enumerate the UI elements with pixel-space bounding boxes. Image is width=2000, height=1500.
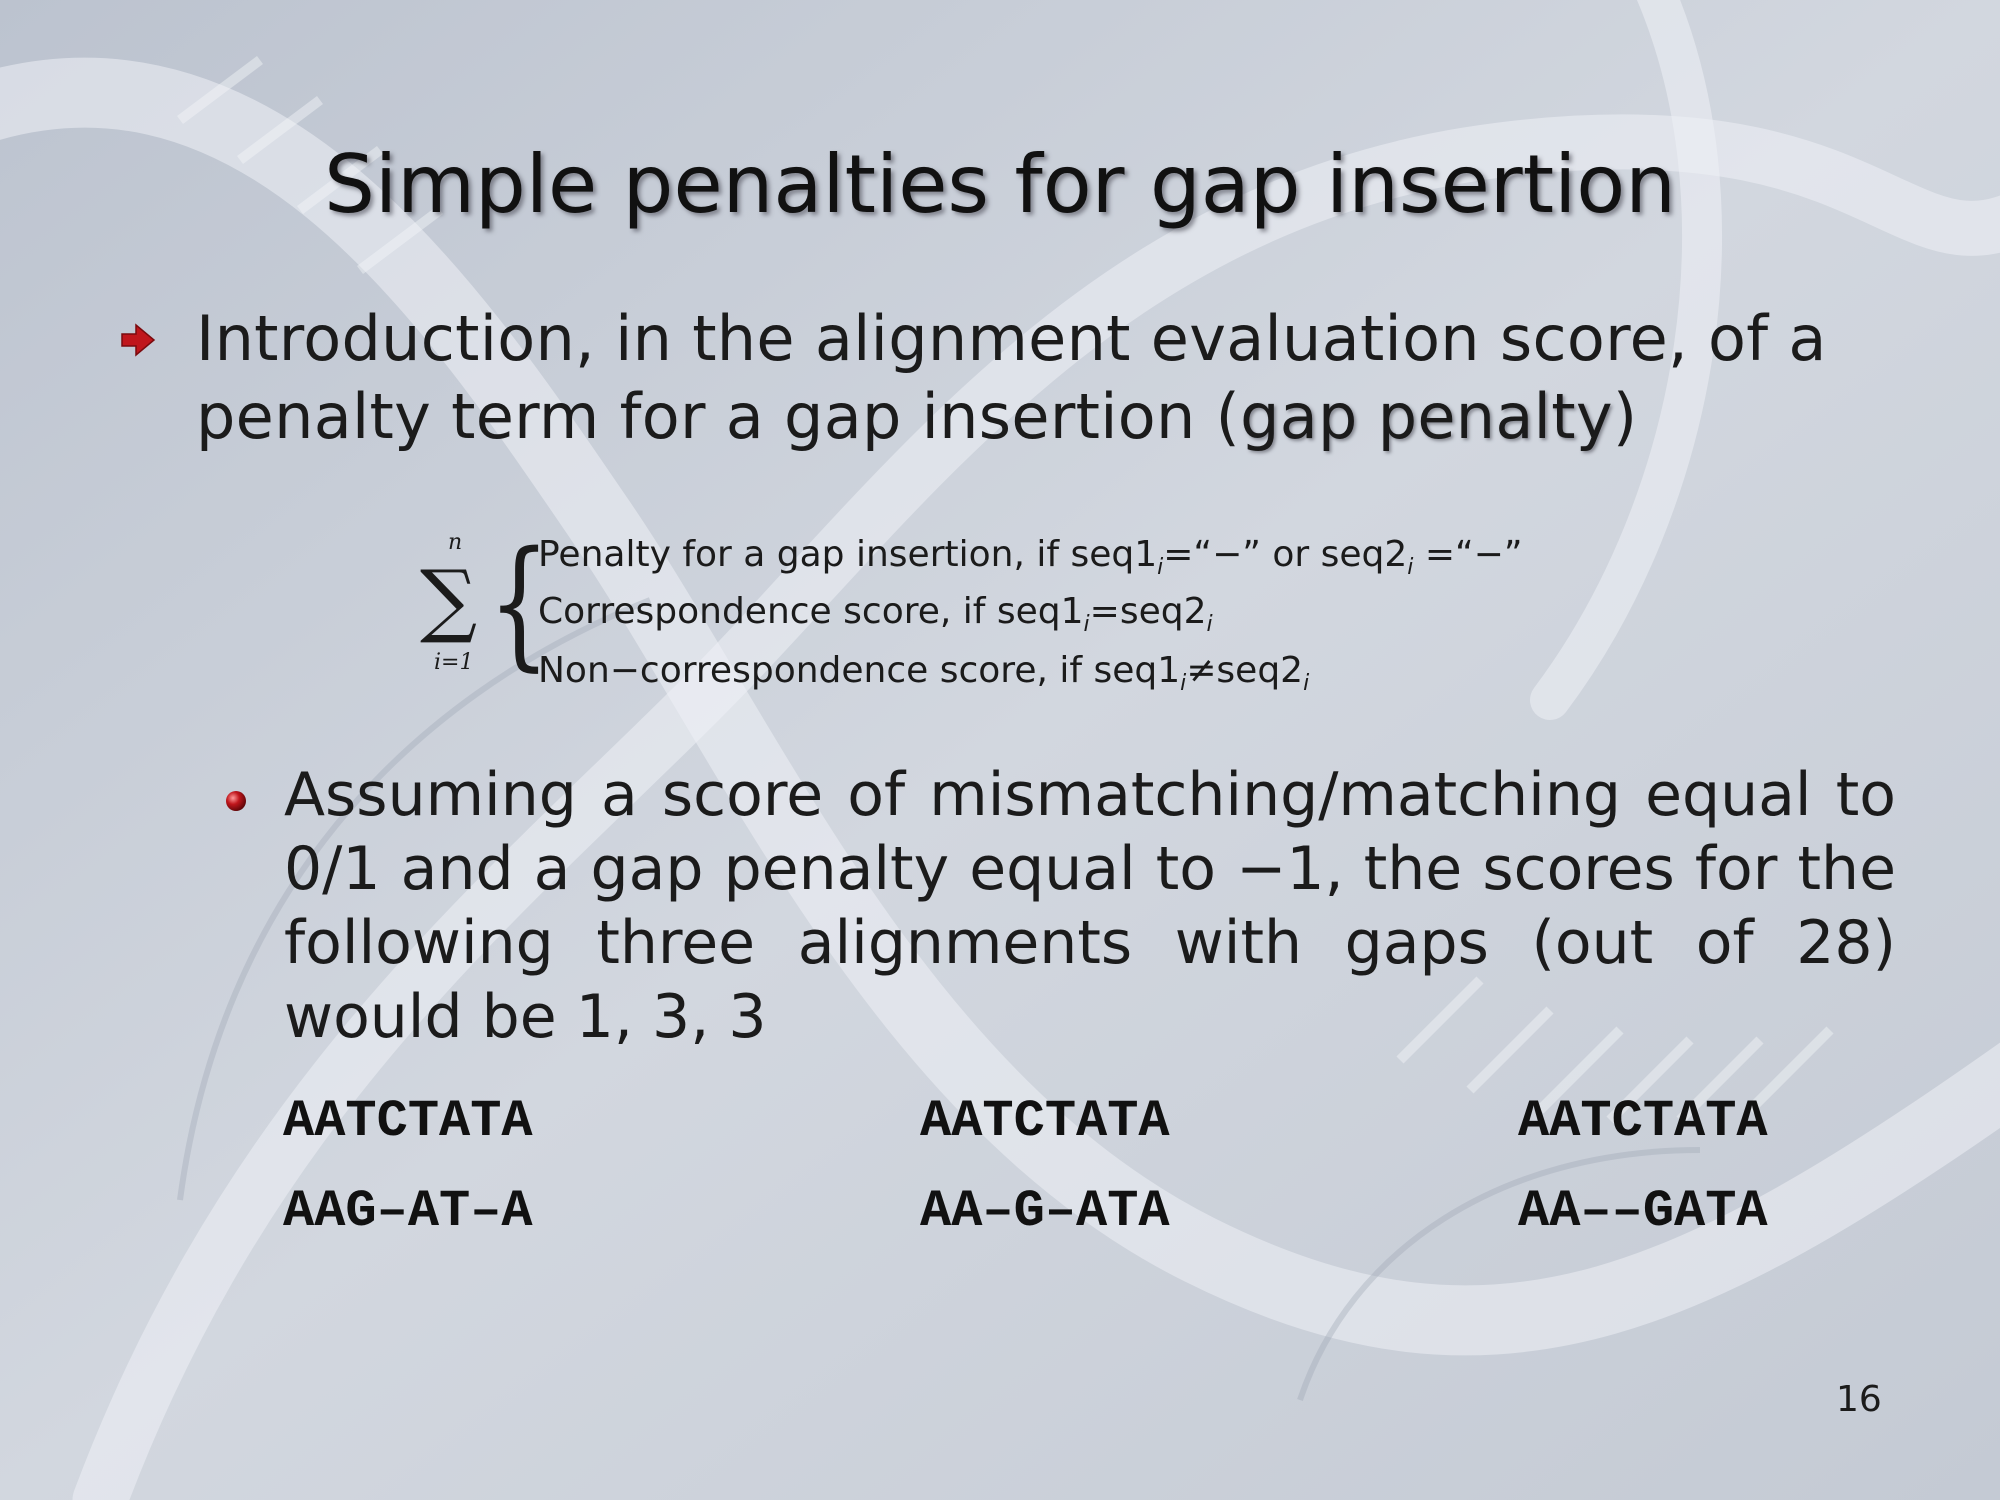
case-gap-penalty: Penalty for a gap insertion, if seq1i=“−… (538, 534, 1523, 581)
alignment-1-top: AATCTATA (283, 1092, 533, 1151)
sum-lower-bound: i=1 (434, 650, 474, 675)
slide-title: Simple penalties for gap insertion (324, 138, 1676, 231)
assumption-bullet: Assuming a score of mismatching/matching… (284, 760, 1896, 1052)
alignment-2-top: AATCTATA (920, 1092, 1170, 1151)
intro-bullet: Introduction, in the alignment evaluatio… (196, 300, 1896, 456)
case-non-correspondence: Non−correspondence score, if seq1i≠seq2i (538, 650, 1310, 697)
alignment-2-bottom: AA–G–ATA (920, 1182, 1170, 1241)
sum-upper-bound: n (448, 530, 463, 555)
alignment-3-top: AATCTATA (1518, 1092, 1768, 1151)
alignment-1-bottom: AAG–AT–A (283, 1182, 533, 1241)
case-correspondence: Correspondence score, if seq1i=seq2i (538, 591, 1213, 638)
sum-symbol: ∑ (420, 553, 478, 646)
red-arrow-icon (121, 323, 156, 357)
alignment-3-bottom: AA––GATA (1518, 1182, 1768, 1241)
page-number: 16 (1836, 1379, 1882, 1420)
score-formula: n ∑ i=1 { Penalty for a gap insertion, i… (420, 530, 1620, 705)
gap-penalty-term: gap penalty (1240, 380, 1613, 453)
red-ball-icon (226, 791, 246, 811)
intro-close: ) (1612, 380, 1638, 453)
